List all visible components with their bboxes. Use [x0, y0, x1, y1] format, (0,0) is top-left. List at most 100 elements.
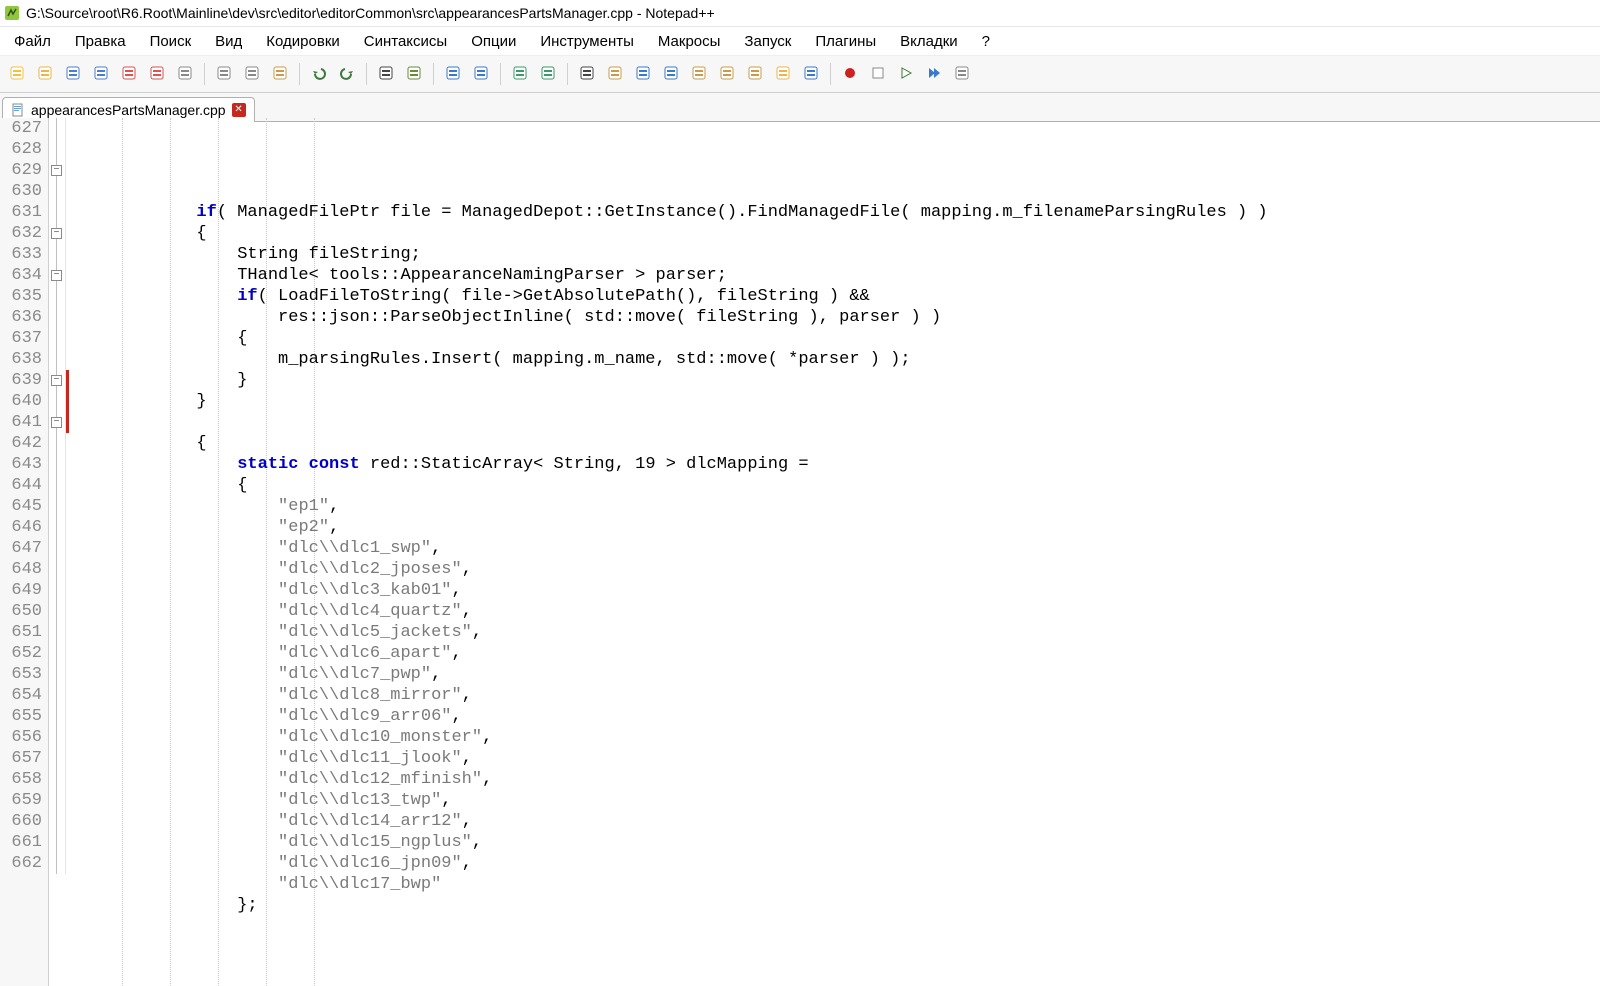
- code-line[interactable]: {: [74, 475, 1600, 496]
- code-line[interactable]: "dlc\\dlc1_swp",: [74, 538, 1600, 559]
- toolbar-undo[interactable]: [306, 61, 332, 87]
- fold-toggle[interactable]: −: [51, 417, 62, 428]
- menu-item-9[interactable]: Запуск: [732, 30, 803, 53]
- fold-toggle[interactable]: −: [51, 165, 62, 176]
- code-line[interactable]: {: [74, 328, 1600, 349]
- fold-toggle[interactable]: −: [51, 270, 62, 281]
- toolbar-fold[interactable]: [658, 61, 684, 87]
- toolbar-monitor[interactable]: [798, 61, 824, 87]
- menu-item-3[interactable]: Вид: [203, 30, 254, 53]
- toolbar-close[interactable]: [116, 61, 142, 87]
- menu-item-2[interactable]: Поиск: [138, 30, 204, 53]
- code-line[interactable]: "dlc\\dlc15_ngplus",: [74, 832, 1600, 853]
- toolbar-user-lang[interactable]: [686, 61, 712, 87]
- toolbar-replace[interactable]: [401, 61, 427, 87]
- code-line[interactable]: if( LoadFileToString( file->GetAbsoluteP…: [74, 286, 1600, 307]
- code-line[interactable]: "dlc\\dlc2_jposes",: [74, 559, 1600, 580]
- toolbar-folder[interactable]: [770, 61, 796, 87]
- code-line[interactable]: {: [74, 223, 1600, 244]
- menu-item-12[interactable]: ?: [970, 30, 1002, 53]
- code-line[interactable]: "dlc\\dlc7_pwp",: [74, 664, 1600, 685]
- code-line[interactable]: [74, 181, 1600, 202]
- toolbar-cut[interactable]: [211, 61, 237, 87]
- code-line[interactable]: if( ManagedFilePtr file = ManagedDepot::…: [74, 202, 1600, 223]
- code-line[interactable]: [74, 412, 1600, 433]
- line-number: 627: [4, 118, 42, 139]
- toolbar-func-list[interactable]: [742, 61, 768, 87]
- code-line[interactable]: "dlc\\dlc17_bwp": [74, 874, 1600, 895]
- code-line[interactable]: [74, 916, 1600, 937]
- code-line[interactable]: m_parsingRules.Insert( mapping.m_name, s…: [74, 349, 1600, 370]
- toolbar-show-all[interactable]: [602, 61, 628, 87]
- toolbar-print[interactable]: [172, 61, 198, 87]
- cut-icon: [217, 66, 231, 83]
- fold-icon: [664, 66, 678, 83]
- code-line[interactable]: };: [74, 895, 1600, 916]
- line-number: 643: [4, 454, 42, 475]
- toolbar-separator: [567, 63, 568, 85]
- toolbar-close-all[interactable]: [144, 61, 170, 87]
- code-line[interactable]: "dlc\\dlc14_arr12",: [74, 811, 1600, 832]
- menu-item-6[interactable]: Опции: [459, 30, 528, 53]
- code-line[interactable]: "dlc\\dlc9_arr06",: [74, 706, 1600, 727]
- fold-toggle[interactable]: −: [51, 375, 62, 386]
- line-number: 646: [4, 517, 42, 538]
- menu-item-11[interactable]: Вкладки: [888, 30, 970, 53]
- toolbar-redo[interactable]: [334, 61, 360, 87]
- fold-toggle[interactable]: −: [51, 228, 62, 239]
- code-line[interactable]: "dlc\\dlc8_mirror",: [74, 685, 1600, 706]
- menu-item-4[interactable]: Кодировки: [254, 30, 351, 53]
- word-wrap-icon: [580, 66, 594, 83]
- toolbar-zoom-out[interactable]: [468, 61, 494, 87]
- code-line[interactable]: THandle< tools::AppearanceNamingParser >…: [74, 265, 1600, 286]
- code-line[interactable]: "dlc\\dlc12_mfinish",: [74, 769, 1600, 790]
- code-line[interactable]: res::json::ParseObjectInline( std::move(…: [74, 307, 1600, 328]
- code-line[interactable]: "dlc\\dlc10_monster",: [74, 727, 1600, 748]
- code-line[interactable]: "dlc\\dlc11_jlook",: [74, 748, 1600, 769]
- line-number: 634: [4, 265, 42, 286]
- code-line[interactable]: "dlc\\dlc5_jackets",: [74, 622, 1600, 643]
- toolbar-zoom-in[interactable]: [440, 61, 466, 87]
- menu-item-0[interactable]: Файл: [2, 30, 63, 53]
- tab-close-button[interactable]: ✕: [232, 103, 246, 117]
- code-line[interactable]: }: [74, 370, 1600, 391]
- code-area[interactable]: if( ManagedFilePtr file = ManagedDepot::…: [70, 118, 1600, 986]
- toolbar-sync-v[interactable]: [507, 61, 533, 87]
- menu-item-1[interactable]: Правка: [63, 30, 138, 53]
- toolbar-play[interactable]: [893, 61, 919, 87]
- code-line[interactable]: "dlc\\dlc6_apart",: [74, 643, 1600, 664]
- menu-item-7[interactable]: Инструменты: [528, 30, 646, 53]
- code-line[interactable]: {: [74, 433, 1600, 454]
- fold-column[interactable]: − − − − −: [49, 118, 66, 874]
- line-number: 637: [4, 328, 42, 349]
- toolbar-find[interactable]: [373, 61, 399, 87]
- toolbar-save-macro[interactable]: [949, 61, 975, 87]
- code-line[interactable]: "ep2",: [74, 517, 1600, 538]
- toolbar-record[interactable]: [837, 61, 863, 87]
- toolbar-sync-h[interactable]: [535, 61, 561, 87]
- toolbar-doc-map[interactable]: [714, 61, 740, 87]
- code-line[interactable]: "dlc\\dlc16_jpn09",: [74, 853, 1600, 874]
- code-line[interactable]: static const red::StaticArray< String, 1…: [74, 454, 1600, 475]
- code-line[interactable]: "dlc\\dlc13_twp",: [74, 790, 1600, 811]
- code-line[interactable]: String fileString;: [74, 244, 1600, 265]
- indent-guide-icon: [636, 66, 650, 83]
- toolbar-word-wrap[interactable]: [574, 61, 600, 87]
- code-line[interactable]: }: [74, 391, 1600, 412]
- toolbar-save[interactable]: [60, 61, 86, 87]
- toolbar-play-multi[interactable]: [921, 61, 947, 87]
- menu-item-5[interactable]: Синтаксисы: [352, 30, 459, 53]
- code-line[interactable]: "dlc\\dlc4_quartz",: [74, 601, 1600, 622]
- toolbar-new-file[interactable]: [4, 61, 30, 87]
- editor[interactable]: 6276286296306316326336346356366376386396…: [0, 118, 1600, 986]
- toolbar-stop[interactable]: [865, 61, 891, 87]
- toolbar-save-all[interactable]: [88, 61, 114, 87]
- toolbar-indent-guide[interactable]: [630, 61, 656, 87]
- code-line[interactable]: "dlc\\dlc3_kab01",: [74, 580, 1600, 601]
- menu-item-8[interactable]: Макросы: [646, 30, 733, 53]
- menu-item-10[interactable]: Плагины: [803, 30, 888, 53]
- code-line[interactable]: "ep1",: [74, 496, 1600, 517]
- toolbar-copy[interactable]: [239, 61, 265, 87]
- toolbar-open-file[interactable]: [32, 61, 58, 87]
- toolbar-paste[interactable]: [267, 61, 293, 87]
